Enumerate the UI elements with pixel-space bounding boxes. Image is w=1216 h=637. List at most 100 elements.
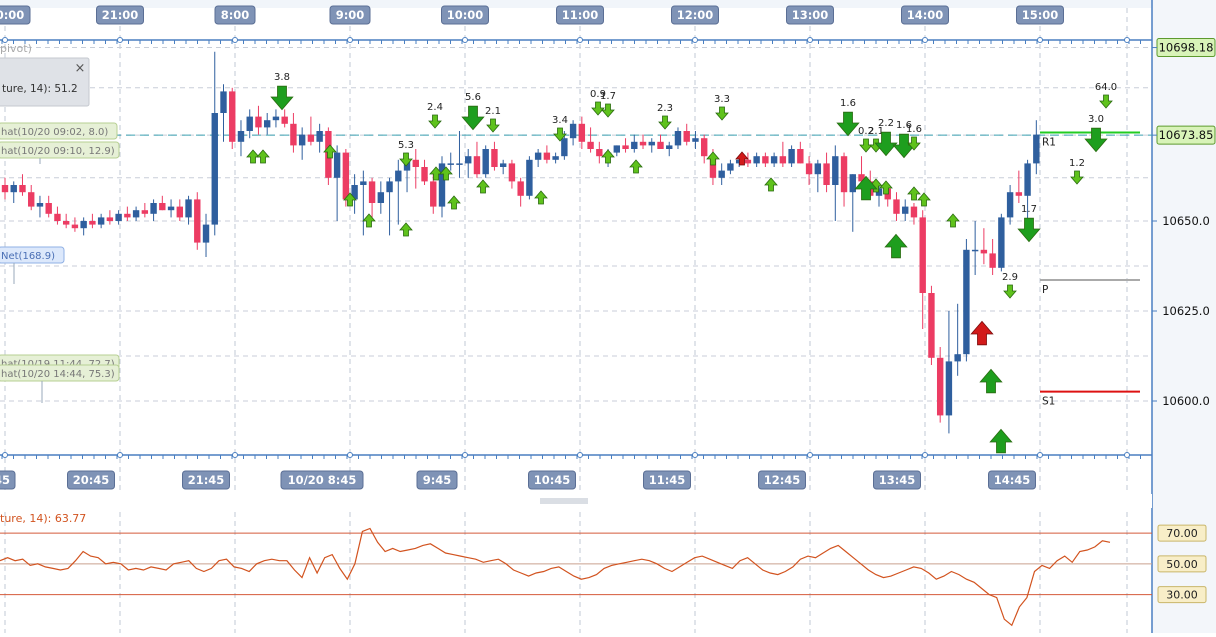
signal-value-label: 5.6 — [465, 92, 481, 103]
candle-body — [246, 116, 253, 131]
signal-value-label: 3.4 — [552, 115, 568, 126]
candle-body — [89, 221, 96, 225]
candle-body — [526, 159, 533, 196]
candle-body — [587, 141, 594, 149]
candle-body — [159, 203, 166, 211]
signal-value-label: 1.2 — [1069, 158, 1085, 169]
axis-marker — [1037, 452, 1043, 458]
close-icon[interactable]: × — [75, 61, 86, 76]
candle-body — [814, 163, 822, 175]
candle-body — [473, 156, 481, 175]
legend-header: pivot) — [0, 42, 32, 55]
candle-body — [1006, 192, 1014, 218]
time-label-bottom: 12:45 — [764, 473, 801, 487]
candle-body — [517, 181, 524, 196]
time-label-top: 12:00 — [677, 8, 714, 22]
candle-body — [971, 249, 979, 252]
time-label-top: 15:00 — [1022, 8, 1059, 22]
candle-body — [167, 206, 175, 211]
candle-body — [788, 149, 795, 164]
candle-body — [141, 210, 149, 214]
candle-body — [482, 149, 489, 175]
candle-body — [902, 206, 909, 214]
axis-marker — [1124, 452, 1130, 458]
candle-body — [954, 354, 961, 362]
candle-body — [281, 116, 288, 124]
time-label-top: 14:00 — [907, 8, 944, 22]
signal-value-label: 3.3 — [714, 94, 730, 105]
candle-body — [62, 221, 70, 225]
candle-body — [97, 217, 105, 225]
axis-marker — [922, 37, 928, 43]
signal-value-label: 3.0 — [1088, 114, 1104, 125]
candle-body — [202, 224, 210, 243]
axis-marker — [1124, 37, 1130, 43]
candle-body — [1, 185, 9, 193]
candle-body — [840, 156, 848, 193]
candle-body — [185, 199, 192, 218]
axis-marker — [232, 37, 238, 43]
candle-body — [657, 141, 664, 149]
axis-marker — [117, 37, 123, 43]
time-label-bottom: 10/20 8:45 — [288, 473, 357, 487]
pivot-label-r1: R1 — [1042, 136, 1056, 148]
candle-body — [333, 152, 341, 178]
candle-body — [823, 163, 830, 185]
signal-value-label: 2.4 — [427, 102, 443, 113]
candle-body — [534, 152, 542, 160]
candle-body — [683, 131, 690, 142]
candle-body — [491, 149, 498, 167]
candle-body — [220, 91, 227, 113]
candle-body — [71, 224, 79, 229]
time-label-bottom: 45 — [0, 473, 10, 487]
candle-body — [980, 249, 988, 254]
candle-body — [910, 206, 918, 218]
candlestick-chart[interactable]: 0:00 21:00 8:00 9:00 10:00 11:00 12:00 13:00 14:… — [0, 0, 1216, 633]
axis-marker — [232, 452, 238, 458]
candle-body — [849, 174, 856, 193]
time-label-bottom: 20:45 — [73, 473, 110, 487]
price-label: 10625.0 — [1162, 304, 1210, 318]
candle-body — [290, 123, 297, 146]
candle-body — [80, 221, 87, 229]
chart-svg: 0:00 21:00 8:00 9:00 10:00 11:00 12:00 13:00 14:… — [0, 0, 1216, 633]
candle-body — [150, 203, 157, 214]
candle-body — [28, 192, 35, 207]
oscillator-level-label: 70.00 — [1166, 527, 1198, 540]
candle-body — [832, 156, 839, 185]
candle-body — [508, 163, 516, 182]
axis-marker — [347, 452, 353, 458]
candle-body — [447, 163, 454, 165]
candle-body — [552, 156, 559, 160]
time-label-top: 11:00 — [562, 8, 599, 22]
axis-marker — [1037, 37, 1043, 43]
candle-body — [762, 156, 769, 164]
candle-body — [499, 163, 507, 167]
axis-marker — [922, 452, 928, 458]
time-label-top: 13:00 — [792, 8, 829, 22]
candle-body — [377, 192, 385, 203]
price-label: 10698.18 — [1159, 41, 1214, 55]
candle-body — [342, 152, 350, 200]
time-label-bottom: 13:45 — [879, 473, 916, 487]
line-note-text: hat(10/20 09:02, 8.0) — [1, 127, 108, 138]
candle-body — [194, 199, 201, 243]
axis-marker — [692, 452, 698, 458]
candle-body — [797, 149, 804, 164]
candle-body — [412, 159, 419, 167]
candle-body — [45, 203, 52, 214]
candle-body — [692, 138, 699, 142]
signal-value-label: 1.7 — [1021, 204, 1037, 215]
candle-body — [639, 141, 647, 146]
candle-body — [963, 249, 970, 355]
candle-body — [1015, 192, 1023, 196]
candle-body — [569, 123, 577, 139]
candle-body — [368, 181, 376, 203]
candle-body — [622, 145, 629, 149]
signal-value-label: 1.6 — [906, 124, 922, 135]
candle-body — [106, 217, 114, 221]
axis-marker — [807, 37, 813, 43]
signal-value-label: 2.1 — [485, 106, 501, 117]
candle-body — [578, 123, 586, 142]
candle-body — [264, 120, 271, 128]
